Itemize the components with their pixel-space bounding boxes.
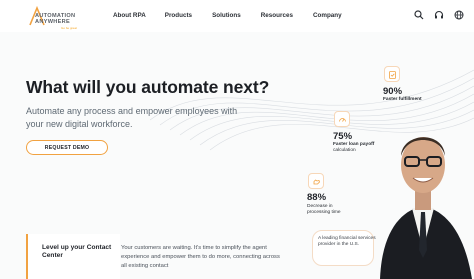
menu-item-about-rpa[interactable]: About RPA bbox=[113, 12, 146, 19]
menu-item-products[interactable]: Products bbox=[165, 12, 192, 19]
contact-center-card[interactable]: Level up your Contact Center bbox=[26, 234, 120, 279]
stat-3-label: Decrease in processing time bbox=[307, 204, 341, 216]
brand-logo[interactable]: AUTOMATION ANYWHERE Go be great bbox=[28, 6, 90, 30]
globe-icon[interactable] bbox=[454, 10, 464, 20]
hero-subhead: Automate any process and empower employe… bbox=[26, 106, 238, 129]
menu-item-resources[interactable]: Resources bbox=[261, 12, 293, 19]
stat-2-value: 75% bbox=[333, 131, 353, 142]
top-navigation: AUTOMATION ANYWHERE Go be great About RP… bbox=[0, 0, 474, 32]
stat-1-badge bbox=[384, 66, 400, 82]
businessman-photo bbox=[380, 137, 472, 279]
testimonial-text: A leading financial services provider in… bbox=[318, 236, 376, 248]
search-icon[interactable] bbox=[414, 10, 424, 20]
contact-center-title: Level up your Contact Center bbox=[42, 244, 112, 259]
hand-icon bbox=[313, 178, 320, 184]
stat-1-label: Faster fulfillment bbox=[383, 97, 422, 102]
menu-item-company[interactable]: Company bbox=[313, 12, 342, 19]
stat-2-label: Faster loan payoff calculation bbox=[333, 142, 375, 154]
stat-2-badge bbox=[334, 111, 350, 127]
logo-tagline: Go be great bbox=[61, 26, 77, 30]
stat-3-badge bbox=[308, 173, 324, 189]
contact-center-description: Your customers are waiting. It's time to… bbox=[121, 245, 280, 269]
main-menu: About RPA Products Solutions Resources C… bbox=[113, 12, 362, 19]
menu-item-solutions[interactable]: Solutions bbox=[212, 12, 241, 19]
stat-3-value: 88% bbox=[307, 192, 327, 203]
gauge-icon bbox=[338, 117, 346, 122]
nav-utility-icons bbox=[414, 10, 464, 20]
logo-wordmark: AUTOMATION ANYWHERE bbox=[35, 13, 76, 25]
stat-1-value: 90% bbox=[383, 86, 403, 97]
hero-headline: What will you automate next? bbox=[26, 77, 270, 97]
request-demo-button[interactable]: REQUEST DEMO bbox=[26, 140, 108, 155]
headset-icon[interactable] bbox=[434, 10, 444, 20]
clipboard-icon bbox=[388, 70, 396, 79]
